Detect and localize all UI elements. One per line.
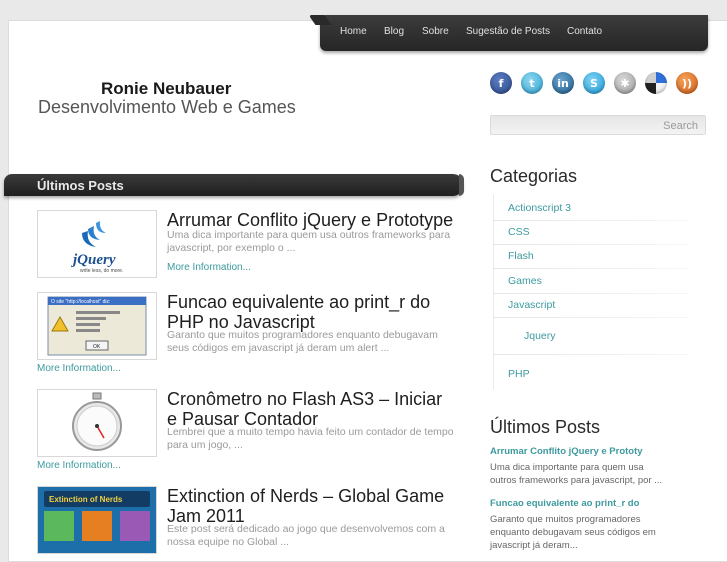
nav-blog[interactable]: Blog <box>384 26 404 37</box>
jquery-logo-text: jQuery <box>71 252 116 268</box>
post-title[interactable]: Extinction of Nerds – Global Game Jam 20… <box>167 486 467 526</box>
category-games[interactable]: Games <box>508 275 542 287</box>
post-thumbnail-alert[interactable]: O site "http://localhost" diz: OK <box>37 292 157 360</box>
post-excerpt: Uma dica importante para quem usa outros… <box>167 229 451 254</box>
post-thumbnail-stopwatch[interactable] <box>37 389 157 457</box>
category-php[interactable]: PHP <box>508 368 530 380</box>
jquery-tagline: write less, do more. <box>80 268 123 274</box>
post-more-link[interactable]: More Information... <box>37 460 121 471</box>
category-css[interactable]: CSS <box>508 226 530 238</box>
search-input[interactable]: Search <box>490 115 706 135</box>
category-divider <box>493 244 689 245</box>
post-title[interactable]: Arrumar Conflito jQuery e Prototype <box>167 210 467 230</box>
category-divider <box>493 220 689 221</box>
post-excerpt: Lembrei que a muito tempo havia feito um… <box>167 426 454 451</box>
site-tagline: Desenvolvimento Web e Games <box>38 97 296 117</box>
post-excerpt: Este post será dedicado ao jogo que dese… <box>167 523 445 548</box>
latest-posts-heading: Últimos Posts <box>490 417 601 437</box>
post-thumbnail-jquery[interactable]: jQuery write less, do more. <box>37 210 157 278</box>
search-placeholder: Search <box>663 120 698 132</box>
category-divider <box>493 268 689 269</box>
categories-divider <box>493 194 494 390</box>
section-ribbon: Últimos Posts <box>4 174 464 196</box>
category-javascript[interactable]: Javascript <box>508 299 555 311</box>
latest-post-title[interactable]: Funcao equivalente ao print_r do <box>490 498 639 509</box>
stopwatch-icon <box>72 392 122 451</box>
twitter-icon[interactable]: t <box>521 72 543 94</box>
nav-contato[interactable]: Contato <box>567 26 602 37</box>
nav-sobre[interactable]: Sobre <box>422 26 449 37</box>
category-divider <box>493 354 689 355</box>
top-nav: Home Blog Sobre Sugestão de Posts Contat… <box>320 15 708 51</box>
facebook-icon[interactable]: f <box>490 72 512 94</box>
alert-dialog-title: O site "http://localhost" diz: <box>51 299 110 305</box>
section-title: Últimos Posts <box>37 178 124 193</box>
category-divider <box>493 317 689 318</box>
game-title-text: Extinction of Nerds <box>49 495 123 504</box>
post-more-link[interactable]: More Information... <box>37 363 121 374</box>
post-more-link[interactable]: More Information... <box>167 262 251 273</box>
post-title[interactable]: Cronômetro no Flash AS3 – Iniciar e Paus… <box>167 389 457 429</box>
nav-sugestao[interactable]: Sugestão de Posts <box>466 26 550 37</box>
linkedin-icon[interactable]: in <box>552 72 574 94</box>
skype-icon[interactable]: S <box>583 72 605 94</box>
delicious2-icon[interactable] <box>645 72 667 94</box>
latest-post-excerpt: Uma dica importante para quem usa outros… <box>490 462 663 486</box>
game-screenshot-icon: Extinction of Nerds <box>38 487 156 553</box>
jquery-logo-icon: jQuery write less, do more. <box>71 221 123 274</box>
alert-ok-button: OK <box>93 344 101 350</box>
post-title[interactable]: Funcao equivalente ao print_r do PHP no … <box>167 292 457 332</box>
delicious-icon[interactable]: ✱ <box>614 72 636 94</box>
site-name[interactable]: Ronie Neubauer <box>101 79 231 99</box>
categories-heading: Categorias <box>490 166 578 186</box>
category-jquery[interactable]: Jquery <box>524 330 556 342</box>
rss-icon[interactable]: )) <box>676 72 698 94</box>
category-actionscript[interactable]: Actionscript 3 <box>508 202 571 214</box>
post-excerpt: Garanto que muitos programadores enquant… <box>167 329 438 354</box>
category-divider <box>493 293 689 294</box>
latest-post-excerpt: Garanto que muitos programadores enquant… <box>490 514 656 551</box>
category-flash[interactable]: Flash <box>508 250 534 262</box>
alert-dialog-icon: O site "http://localhost" diz: OK <box>47 296 147 356</box>
latest-post-title[interactable]: Arrumar Conflito jQuery e Prototy <box>490 446 643 457</box>
post-thumbnail-game[interactable]: Extinction of Nerds <box>37 486 157 554</box>
nav-home[interactable]: Home <box>340 26 367 37</box>
